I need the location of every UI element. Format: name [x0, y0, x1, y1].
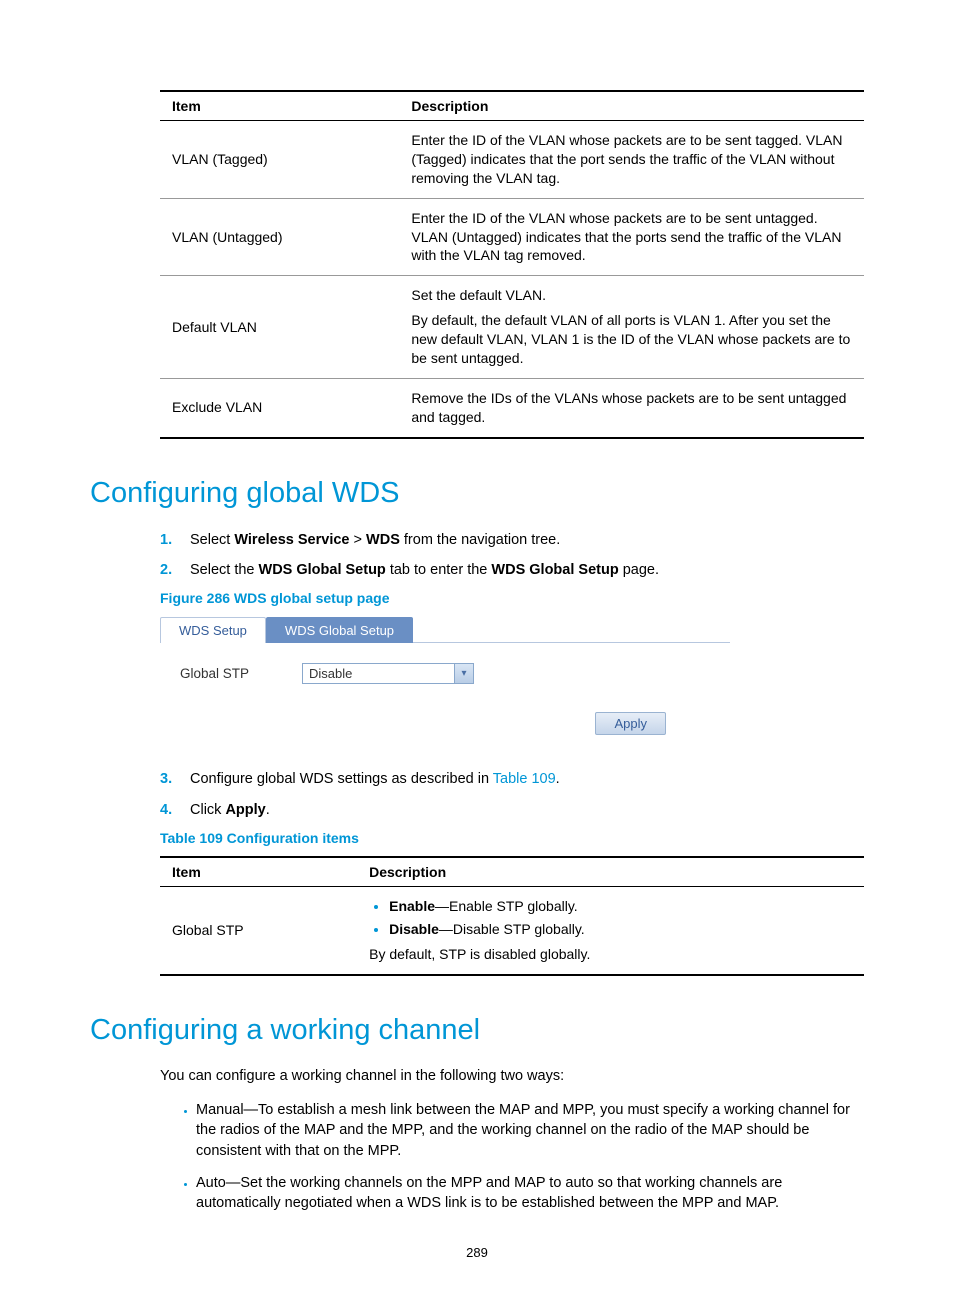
form-label-global-stp: Global STP	[174, 666, 280, 681]
step-number: 2.	[160, 560, 190, 580]
col-header-item: Item	[160, 91, 399, 121]
step-text: Configure global WDS settings as describ…	[190, 771, 493, 787]
page-number: 289	[0, 1245, 954, 1260]
step-text: Select the	[190, 562, 259, 578]
channel-bullets: Manual—To establish a mesh link between …	[160, 1100, 864, 1213]
step-text: >	[350, 532, 367, 548]
step-text: from the navigation tree.	[400, 532, 560, 548]
tab-bar: WDS Setup WDS Global Setup	[160, 616, 730, 643]
tab-panel: Global STP Disable ▾ Apply	[160, 643, 730, 747]
step-text: tab to enter the	[386, 562, 492, 578]
bullet-text: —Disable STP globally.	[439, 921, 585, 937]
table-row: VLAN (Untagged) Enter the ID of the VLAN…	[160, 198, 864, 276]
step-text: Click	[190, 802, 225, 818]
bold: WDS Global Setup	[491, 562, 618, 578]
tab-wds-global-setup[interactable]: WDS Global Setup	[266, 617, 413, 643]
table-row: Default VLAN Set the default VLAN. By de…	[160, 276, 864, 379]
intro-paragraph: You can configure a working channel in t…	[160, 1067, 864, 1087]
cell-item: Default VLAN	[160, 276, 399, 379]
bold: WDS Global Setup	[259, 562, 386, 578]
step-text: page.	[619, 562, 659, 578]
bold: Apply	[225, 802, 265, 818]
table-row: Exclude VLAN Remove the IDs of the VLANs…	[160, 378, 864, 437]
section-heading-channel: Configuring a working channel	[90, 1014, 864, 1047]
step-number: 3.	[160, 769, 190, 789]
vlan-table: Item Description VLAN (Tagged) Enter the…	[160, 90, 864, 439]
cell-item: VLAN (Tagged)	[160, 121, 399, 199]
step-text: Select	[190, 532, 234, 548]
col-header-desc: Description	[357, 857, 864, 887]
step-number: 1.	[160, 530, 190, 550]
wds-setup-figure: WDS Setup WDS Global Setup Global STP Di…	[160, 616, 730, 747]
bullet-item: Auto—Set the working channels on the MPP…	[196, 1173, 864, 1214]
bullet-item: Disable—Disable STP globally.	[389, 920, 856, 939]
cell-desc: Enter the ID of the VLAN whose packets a…	[399, 198, 864, 276]
cell-desc: Enter the ID of the VLAN whose packets a…	[399, 121, 864, 199]
section-heading-wds: Configuring global WDS	[90, 477, 864, 510]
apply-button[interactable]: Apply	[595, 712, 666, 735]
bold: WDS	[366, 532, 400, 548]
step-item: 2. Select the WDS Global Setup tab to en…	[160, 560, 864, 580]
bullet-item: Enable—Enable STP globally.	[389, 897, 856, 916]
desc-bullets: Enable—Enable STP globally. Disable—Disa…	[369, 897, 856, 939]
bullet-item: Manual—To establish a mesh link between …	[196, 1100, 864, 1161]
cell-desc-line: By default, the default VLAN of all port…	[411, 311, 856, 368]
cell-desc: Remove the IDs of the VLANs whose packet…	[399, 378, 864, 437]
table-row: VLAN (Tagged) Enter the ID of the VLAN w…	[160, 121, 864, 199]
cell-desc: Set the default VLAN. By default, the de…	[399, 276, 864, 379]
col-header-desc: Description	[399, 91, 864, 121]
step-text: .	[266, 802, 270, 818]
step-item: 4. Click Apply.	[160, 800, 864, 820]
bold: Disable	[389, 921, 439, 937]
table-row: Global STP Enable—Enable STP globally. D…	[160, 886, 864, 974]
bold: Enable	[389, 898, 435, 914]
cell-desc: Enable—Enable STP globally. Disable—Disa…	[357, 886, 864, 974]
cell-item: Global STP	[160, 886, 357, 974]
select-value: Disable	[303, 664, 454, 683]
form-row-global-stp: Global STP Disable ▾	[174, 663, 716, 684]
step-item: 1. Select Wireless Service > WDS from th…	[160, 530, 864, 550]
table-ref-link[interactable]: Table 109	[493, 771, 556, 787]
select-dropdown-button[interactable]: ▾	[454, 664, 473, 683]
tab-wds-setup[interactable]: WDS Setup	[160, 617, 266, 643]
table-caption: Table 109 Configuration items	[160, 830, 864, 846]
bullet-text: —Enable STP globally.	[435, 898, 578, 914]
bold: Wireless Service	[234, 532, 349, 548]
step-number: 4.	[160, 800, 190, 820]
desc-footer: By default, STP is disabled globally.	[369, 945, 856, 964]
table-109: Item Description Global STP Enable—Enabl…	[160, 856, 864, 976]
steps-list-cont: 3. Configure global WDS settings as desc…	[160, 769, 864, 820]
steps-list: 1. Select Wireless Service > WDS from th…	[160, 530, 864, 581]
cell-item: Exclude VLAN	[160, 378, 399, 437]
cell-item: VLAN (Untagged)	[160, 198, 399, 276]
cell-desc-line: Set the default VLAN.	[411, 286, 856, 305]
chevron-down-icon: ▾	[461, 668, 466, 679]
step-text: .	[556, 771, 560, 787]
col-header-item: Item	[160, 857, 357, 887]
figure-caption: Figure 286 WDS global setup page	[160, 590, 864, 606]
global-stp-select[interactable]: Disable ▾	[302, 663, 474, 684]
step-item: 3. Configure global WDS settings as desc…	[160, 769, 864, 789]
